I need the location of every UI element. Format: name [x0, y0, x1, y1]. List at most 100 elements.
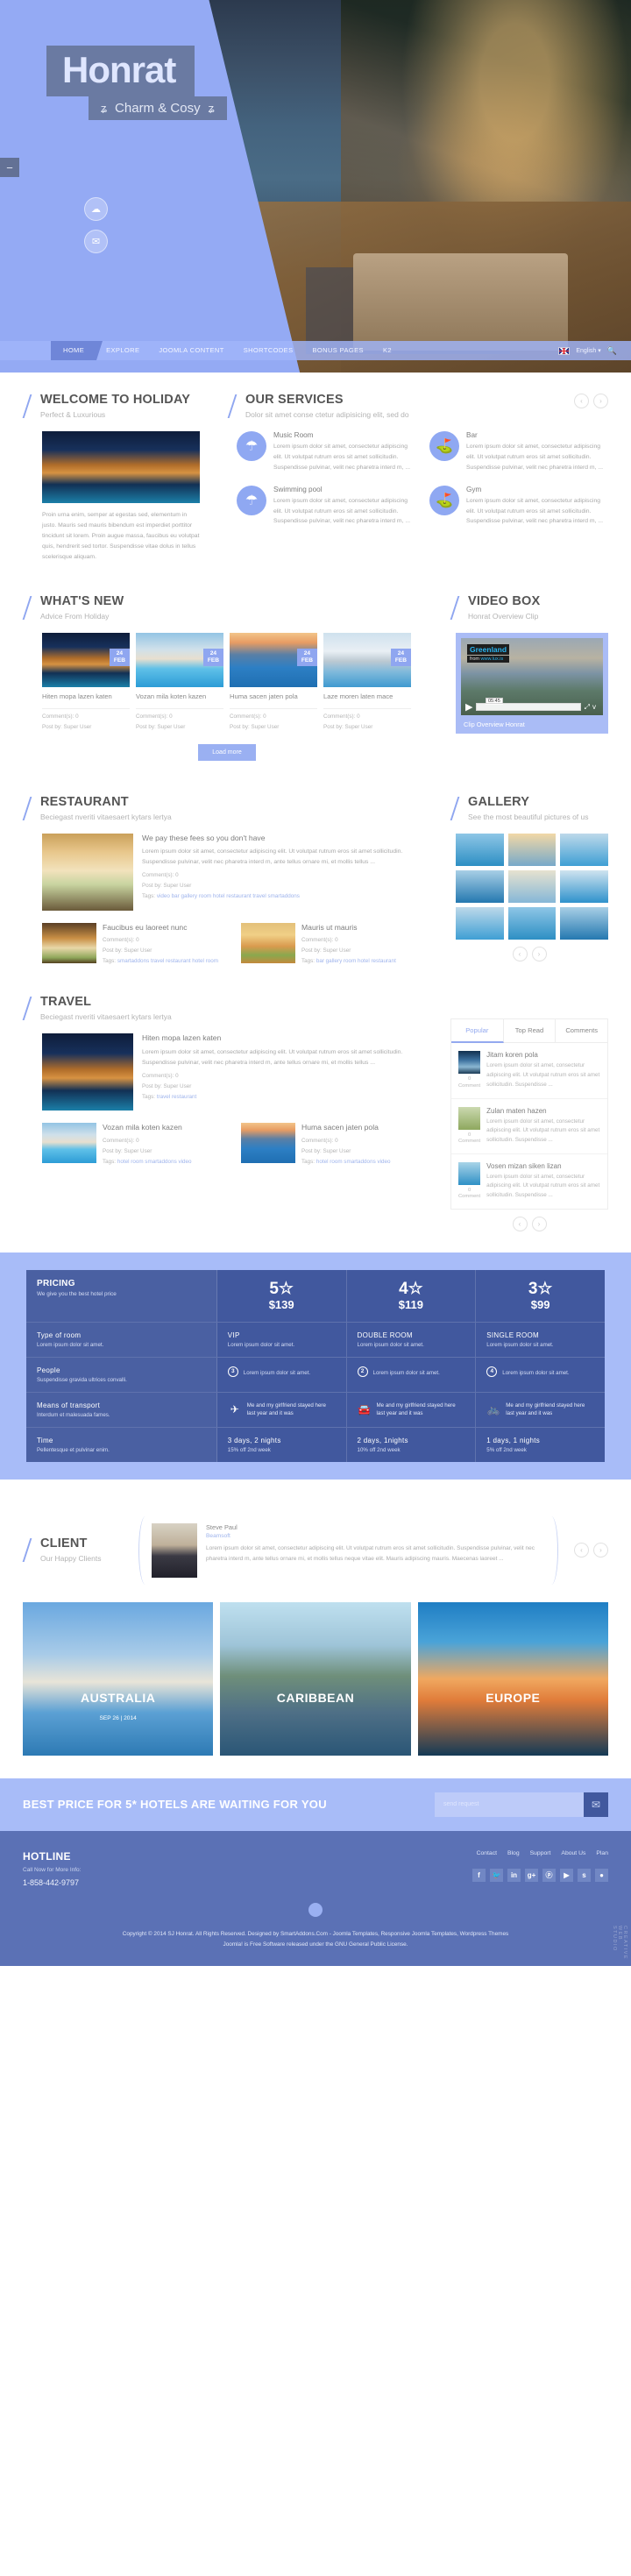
restaurant-item-tags[interactable]: Tags: smartaddons travel restaurant hote… [103, 958, 218, 964]
nav-item-shortcodes[interactable]: SHORTCODES [234, 341, 303, 360]
gallery-tile[interactable] [560, 833, 608, 866]
gallery-tile[interactable] [507, 906, 557, 940]
travel-item[interactable]: Vozan mila koten kazen Comment(s): 0 Pos… [42, 1123, 232, 1165]
news-card[interactable]: 24 FEB Hiten mopa lazen katen Comment(s)… [42, 633, 130, 730]
gallery-tile[interactable] [560, 869, 608, 903]
load-more-button[interactable]: Load more [198, 743, 256, 761]
services-prev-button[interactable]: ‹ [574, 394, 589, 408]
sidebar-next-button[interactable]: › [531, 1216, 547, 1231]
destination-card-caribbean[interactable]: CARIBBEAN [220, 1601, 411, 1756]
globe-icon[interactable]: ☁ [84, 197, 108, 221]
facebook-icon[interactable]: f [472, 1868, 486, 1882]
travel-feature-title[interactable]: Hiten mopa lazen katen [142, 1033, 431, 1044]
gallery-tile[interactable] [560, 906, 608, 940]
nav-item-explore[interactable]: EXPLORE [96, 341, 149, 360]
service-card[interactable]: ⛳ Gym Lorem ipsum dolor sit amet, consec… [429, 485, 608, 528]
tab-item-title[interactable]: Vosen mizan siken lizan [486, 1162, 600, 1170]
page-root: Honrat ʑ Charm & Cosy ʑ − ☁ ✉ HOME EXPLO… [0, 0, 631, 1967]
travel-item-tags[interactable]: Tags: hotel room smartaddons video [103, 1159, 192, 1165]
newsletter-submit-button[interactable]: ✉ [584, 1792, 608, 1817]
tab-list-item[interactable]: 0 Comment Jitam koren pola Lorem ipsum do… [451, 1043, 607, 1099]
golf-icon: ⛳ [429, 485, 459, 515]
nav-item-k2[interactable]: K2 [373, 341, 401, 360]
search-icon[interactable]: 🔍 [607, 346, 617, 356]
gallery-next-button[interactable]: › [531, 946, 547, 962]
restaurant-item[interactable]: Mauris ut mauris Comment(s): 0 Post by: … [241, 922, 431, 964]
news-card[interactable]: 24 FEB Vozan mila koten kazen Comment(s)… [136, 633, 223, 730]
client-prev-button[interactable]: ‹ [574, 1543, 589, 1558]
hotline-phone[interactable]: 1-858-442-9797 [23, 1878, 81, 1887]
skype-icon[interactable]: s [578, 1868, 591, 1882]
footer-link-about-us[interactable]: About Us [561, 1850, 585, 1856]
footer-link-contact[interactable]: Contact [477, 1850, 497, 1856]
news-card[interactable]: 24 FEB Huma sacen jaten pola Comment(s):… [230, 633, 317, 730]
gallery-prev-button[interactable]: ‹ [512, 946, 528, 962]
client-next-button[interactable]: › [593, 1543, 608, 1558]
nav-item-joomla-content[interactable]: JOOMLA CONTENT [149, 341, 233, 360]
service-card[interactable]: ☂ Music Room Lorem ipsum dolor sit amet,… [237, 430, 415, 473]
gallery-tile[interactable] [507, 833, 557, 866]
news-title[interactable]: Huma sacen jaten pola [230, 692, 317, 709]
tab-item-title[interactable]: Jitam koren pola [486, 1051, 600, 1059]
services-next-button[interactable]: › [593, 394, 608, 408]
travel-feature-tags[interactable]: Tags: travel restaurant [142, 1094, 431, 1100]
travel-item-tags[interactable]: Tags: hotel room smartaddons video [301, 1159, 391, 1165]
news-card[interactable]: 24 FEB Laze moren laten mace Comment(s):… [323, 633, 411, 730]
play-icon[interactable]: ▶ [465, 701, 472, 713]
gallery-tile[interactable] [507, 869, 557, 903]
nav-item-home[interactable]: HOME [51, 341, 103, 360]
tab-list-item[interactable]: 0 Comment Vosen mizan siken lizan Lorem i… [451, 1154, 607, 1209]
restaurant-feature-tags[interactable]: Tags: video bar gallery room hotel resta… [142, 893, 431, 899]
mail-icon[interactable]: ✉ [84, 230, 108, 253]
language-switcher[interactable]: English ▾ [576, 347, 600, 354]
service-card[interactable]: ⛳ Bar Lorem ipsum dolor sit amet, consec… [429, 430, 608, 473]
travel-item-title[interactable]: Vozan mila koten kazen [103, 1123, 192, 1133]
twitter-icon[interactable]: 🐦 [490, 1868, 503, 1882]
testimonial-card: Steve Paul Beamsoft Lorem ipsum dolor si… [138, 1515, 558, 1585]
travel-item[interactable]: Huma sacen jaten pola Comment(s): 0 Post… [241, 1123, 431, 1165]
gallery-tile[interactable] [456, 869, 504, 903]
restaurant-item-tags[interactable]: Tags: bar gallery room hotel restaurant [301, 958, 396, 964]
destination-card-europe[interactable]: EUROPE [417, 1601, 608, 1756]
video-right-icons[interactable]: ⤢ᴠ [585, 703, 599, 712]
nav-item-bonus-pages[interactable]: BONUS PAGES [303, 341, 373, 360]
tab-item-title[interactable]: Zulan maten hazen [486, 1107, 600, 1115]
hero-tagline-box: ʑ Charm & Cosy ʑ [89, 96, 227, 120]
cell-sub: Lorem ipsum dolor sit amet. [357, 1341, 424, 1348]
tab-comments[interactable]: Comments [556, 1019, 607, 1042]
restaurant-item[interactable]: Faucibus eu laoreet nunc Comment(s): 0 P… [42, 922, 232, 964]
destination-card-australia[interactable]: AUSTRALIA SEP 26 | 2014 [23, 1601, 214, 1756]
news-title[interactable]: Vozan mila koten kazen [136, 692, 223, 709]
footer-link-blog[interactable]: Blog [507, 1850, 520, 1856]
footer-link-support[interactable]: Support [530, 1850, 551, 1856]
tab-top-read[interactable]: Top Read [504, 1019, 557, 1043]
slider-collapse-button[interactable]: − [0, 158, 19, 177]
restaurant-column: RESTAURANT Beciegast nveriti vitaesaert … [23, 795, 431, 964]
gallery-tile[interactable] [456, 906, 504, 940]
linkedin-icon[interactable]: in [507, 1868, 521, 1882]
pinterest-icon[interactable]: ⓟ [542, 1868, 556, 1882]
client-company[interactable]: Beamsoft [206, 1533, 545, 1539]
video-timeline[interactable] [476, 703, 581, 712]
travel-item-image [42, 1123, 96, 1164]
newsletter-input[interactable] [435, 1792, 584, 1817]
tab-list-item[interactable]: 0 Comment Zulan maten hazen Lorem ipsum d… [451, 1099, 607, 1154]
tab-popular[interactable]: Popular [451, 1019, 504, 1044]
news-title[interactable]: Laze moren laten mace [323, 692, 411, 709]
restaurant-item-title[interactable]: Faucibus eu laoreet nunc [103, 923, 218, 933]
gallery-tile[interactable] [456, 833, 504, 866]
nav-right-tools: English ▾ 🔍 [558, 346, 617, 356]
pricing-subtitle: We give you the best hotel price [37, 1290, 117, 1297]
video-player[interactable]: Greenland from www.lux.is 05:45 ▶ ⤢ᴠ [461, 638, 603, 716]
google-plus-icon[interactable]: g+ [525, 1868, 538, 1882]
youtube-icon[interactable]: ▶ [560, 1868, 573, 1882]
travel-item-title[interactable]: Huma sacen jaten pola [301, 1123, 391, 1133]
restaurant-item-title[interactable]: Mauris ut mauris [301, 923, 396, 933]
scroll-to-top-button[interactable] [308, 1902, 323, 1917]
news-title[interactable]: Hiten mopa lazen katen [42, 692, 130, 709]
restaurant-feature-title[interactable]: We pay these fees so you don't have [142, 834, 431, 844]
service-card[interactable]: ☂ Swimming pool Lorem ipsum dolor sit am… [237, 485, 415, 528]
footer-link-plan[interactable]: Plan [596, 1850, 608, 1856]
dribbble-icon[interactable]: ● [595, 1868, 608, 1882]
sidebar-prev-button[interactable]: ‹ [512, 1216, 528, 1231]
